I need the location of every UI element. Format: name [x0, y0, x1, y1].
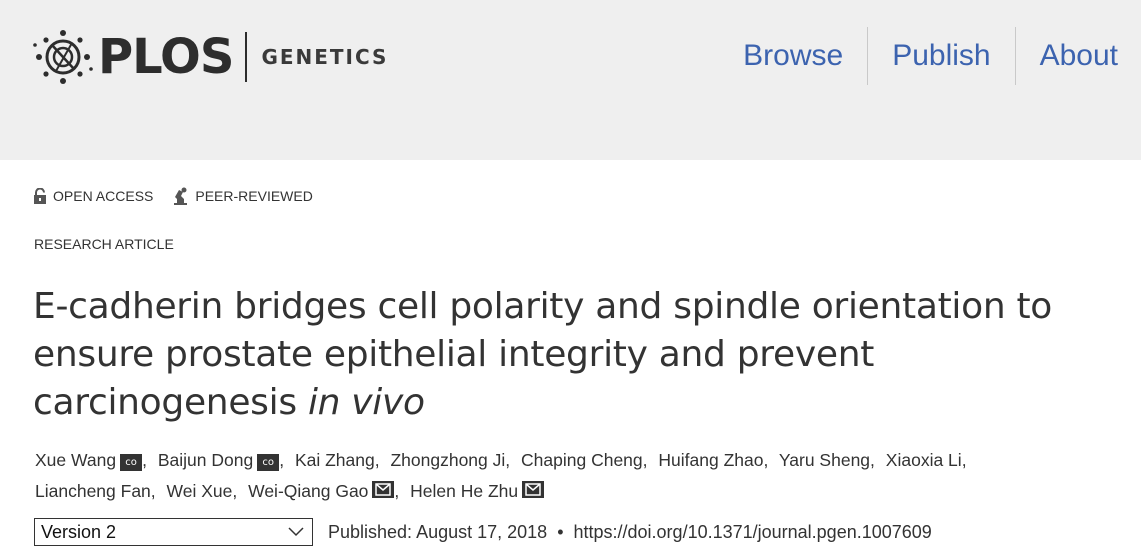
- plos-genetics-logo[interactable]: PLOS GENETICS: [32, 27, 388, 87]
- author-item: Helen He Zhu: [410, 481, 545, 501]
- author-separator: ,: [642, 450, 648, 470]
- site-header: PLOS GENETICS Browse Publish About: [0, 0, 1141, 160]
- co-contributor-badge[interactable]: co: [257, 454, 280, 471]
- author-name[interactable]: Yaru Sheng: [779, 450, 870, 470]
- peer-reviewed-label: PEER-REVIEWED: [195, 188, 313, 204]
- author-name[interactable]: Liancheng Fan: [35, 481, 151, 501]
- author-separator: ,: [763, 450, 769, 470]
- peer-reviewed-badge[interactable]: PEER-REVIEWED: [173, 187, 313, 205]
- author-separator: ,: [394, 481, 400, 501]
- nav-publish[interactable]: Publish: [867, 27, 1014, 85]
- nav-browse[interactable]: Browse: [719, 27, 867, 85]
- logo-journal-text: GENETICS: [261, 45, 389, 69]
- author-name[interactable]: Chaping Cheng: [521, 450, 643, 470]
- author-separator: ,: [870, 450, 875, 470]
- author-item: Huifang Zhao,: [658, 450, 774, 470]
- article-type: RESEARCH ARTICLE: [34, 236, 174, 252]
- corresponding-author-email-badge[interactable]: [372, 481, 395, 498]
- chevron-down-icon: [288, 527, 304, 537]
- author-item: Yaru Sheng,: [779, 450, 881, 470]
- author-name[interactable]: Wei-Qiang Gao: [248, 481, 368, 501]
- author-name[interactable]: Xiaoxia Li: [886, 450, 962, 470]
- author-item: Kai Zhang,: [295, 450, 386, 470]
- author-name[interactable]: Wei Xue: [167, 481, 233, 501]
- co-contributor-badge[interactable]: co: [120, 454, 143, 471]
- version-select-value: Version 2: [41, 522, 117, 542]
- author-separator: ,: [505, 450, 511, 470]
- open-access-badge[interactable]: OPEN ACCESS: [33, 188, 153, 204]
- doi-link[interactable]: https://doi.org/10.1371/journal.pgen.100…: [574, 522, 932, 542]
- author-separator: ,: [142, 450, 147, 470]
- author-separator: ,: [150, 481, 156, 501]
- envelope-icon: [525, 483, 541, 496]
- article-title-italic: in vivo: [307, 382, 425, 423]
- envelope-icon: [375, 483, 392, 496]
- main-nav: Browse Publish About: [719, 27, 1141, 85]
- author-item: Xue Wang co,: [35, 450, 153, 471]
- author-separator: ,: [279, 450, 285, 470]
- author-item: Xiaoxia Li,: [886, 450, 973, 470]
- author-item: Wei-Qiang Gao,: [248, 481, 405, 501]
- unlocked-padlock-icon: [34, 188, 46, 204]
- author-item: Baijun Dong co,: [158, 450, 290, 471]
- corresponding-author-email-badge[interactable]: [522, 481, 545, 498]
- author-name[interactable]: Huifang Zhao: [658, 450, 763, 470]
- peer-reviewed-icon: [174, 187, 188, 205]
- author-name[interactable]: Xue Wang: [35, 450, 116, 470]
- article-badges: OPEN ACCESS PEER-REVIEWED: [33, 187, 333, 205]
- author-separator: ,: [232, 481, 238, 501]
- version-select[interactable]: Version 2: [34, 518, 313, 546]
- logo-plos-text: PLOS: [98, 29, 234, 85]
- author-item: Chaping Cheng,: [521, 450, 654, 470]
- author-separator: ,: [374, 450, 380, 470]
- article-title-main: E-cadherin bridges cell polarity and spi…: [33, 286, 1053, 423]
- logo-divider: [245, 32, 248, 82]
- plos-logo-icon: [33, 30, 93, 84]
- article-title: E-cadherin bridges cell polarity and spi…: [33, 283, 1093, 427]
- author-item: Liancheng Fan,: [35, 481, 162, 501]
- author-name[interactable]: Kai Zhang: [295, 450, 375, 470]
- author-item: Zhongzhong Ji,: [390, 450, 516, 470]
- bullet-separator: •: [557, 522, 564, 542]
- author-name[interactable]: Zhongzhong Ji: [390, 450, 505, 470]
- author-separator: ,: [961, 450, 967, 470]
- author-list: Xue Wang co, Baijun Dong co, Kai Zhang, Zh…: [35, 445, 1115, 507]
- published-date: Published: August 17, 2018: [328, 522, 548, 542]
- nav-about[interactable]: About: [1014, 27, 1141, 85]
- author-name[interactable]: Helen He Zhu: [410, 481, 518, 501]
- publication-info: Published: August 17, 2018 • https://doi.o…: [328, 520, 932, 544]
- author-item: Wei Xue,: [167, 481, 244, 501]
- author-name[interactable]: Baijun Dong: [158, 450, 253, 470]
- open-access-label: OPEN ACCESS: [53, 188, 154, 204]
